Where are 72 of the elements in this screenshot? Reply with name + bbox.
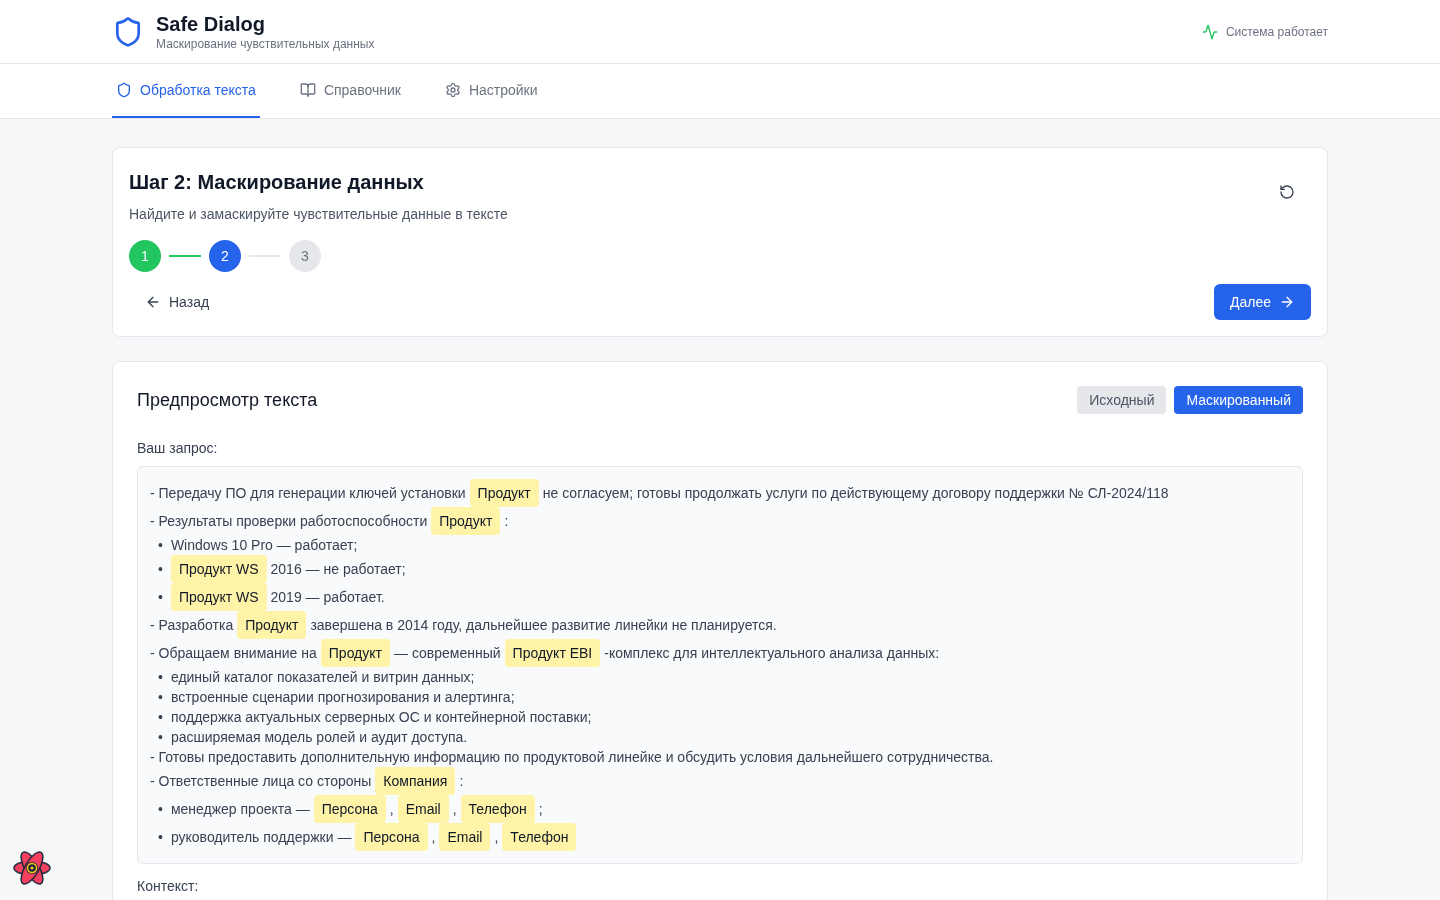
app-subtitle: Маскирование чувствительных данных — [156, 35, 375, 52]
shield-icon — [116, 82, 132, 98]
bullet-mark: • — [158, 668, 163, 687]
view-toggle[interactable]: Исходный — [1077, 386, 1167, 414]
text-fragment: , — [452, 800, 457, 819]
masked-tag: Персона — [313, 795, 386, 823]
back-button[interactable]: Назад — [129, 284, 226, 320]
preview-title: Предпросмотр текста — [137, 389, 318, 412]
text-fragment: завершена в 2014 году, дальнейшее развитие линейки не планируется. — [310, 616, 777, 635]
atom-icon — [12, 848, 52, 888]
text-fragment: : — [504, 512, 509, 531]
text-fragment: — современный — [394, 644, 501, 663]
masked-tag: Продукт WS — [170, 583, 267, 611]
text-fragment: не согласуем; готовы продолжать услуги по действующему договору поддержки № СЛ-2024/118 — [542, 484, 1169, 503]
masked-tag: Компания — [375, 767, 456, 795]
masked-tag: Персона — [355, 823, 428, 851]
status-text: Система работает — [1225, 23, 1328, 40]
masked-tag: Продукт — [431, 507, 501, 535]
masked-tag: Продукт EBI — [504, 639, 601, 667]
masked-tag: Продукт — [320, 639, 390, 667]
step-connector — [169, 255, 201, 257]
text-fragment: единый каталог показателей и витрин данных; — [170, 668, 475, 687]
text-fragment: Windows 10 Pro — работает; — [170, 536, 358, 555]
text-fragment: 2019 — работает. — [270, 588, 385, 607]
bullet-mark: • — [158, 800, 163, 819]
text-fragment: , — [389, 800, 394, 819]
masked-tag: Продукт WS — [170, 555, 267, 583]
text-fragment: : — [459, 772, 464, 791]
bullet-mark: • — [158, 536, 163, 555]
text-fragment: , — [431, 828, 436, 847]
text-fragment: расширяемая модель ролей и аудит доступа. — [170, 728, 468, 747]
step-description: Найдите и замаскируйте чувствительные данные в тексте — [129, 205, 508, 224]
masked-tag: Телефон — [460, 795, 535, 823]
nav-tab[interactable]: Настройки — [440, 64, 542, 118]
book-icon — [299, 82, 316, 98]
nav-tab[interactable]: Обработка текста — [112, 64, 260, 118]
app-title: Safe Dialog — [156, 11, 266, 36]
text-fragment: менеджер проекта — — [170, 800, 310, 819]
masked-tag: Email — [439, 823, 491, 851]
text-fragment: 2016 — не работает; — [270, 560, 406, 579]
bullet-mark: • — [158, 728, 163, 747]
masked-tag: Продукт — [469, 479, 539, 507]
text-fragment: - Готовы предоставить дополнительную информацию по продуктовой линейке и обсудить условия дальнейшего сотрудничества. — [150, 748, 994, 767]
reset-icon — [1279, 184, 1295, 200]
text-fragment: - Ответственные лица со стороны — [150, 772, 372, 791]
text-fragment: ; — [538, 800, 543, 819]
masked-tag: Продукт — [237, 611, 307, 639]
context-label: Контекст: — [137, 877, 200, 896]
pulse-icon — [1201, 23, 1218, 40]
text-fragment: - Обращаем внимание на — [150, 644, 317, 663]
text-fragment: - Результаты проверки работоспособности — [150, 512, 428, 531]
text-fragment: , — [494, 828, 499, 847]
text-fragment: - Передачу ПО для генерации ключей установки — [150, 484, 466, 503]
text-fragment: руководитель поддержки — — [170, 828, 352, 847]
view-toggle[interactable]: Маскированный — [1174, 386, 1303, 414]
query-label: Ваш запрос: — [137, 439, 219, 458]
step-title: Шаг 2: Маскирование данных — [129, 170, 425, 195]
settings-icon — [444, 82, 461, 98]
bullet-mark: • — [158, 708, 163, 727]
text-fragment: поддержка актуальных серверных ОС и контейнерной поставки; — [170, 708, 592, 727]
text-fragment: встроенные сценарии прогнозирования и алертинга; — [170, 688, 515, 707]
bullet-mark: • — [158, 688, 163, 707]
arrow-right-icon — [1279, 294, 1295, 310]
bullet-mark: • — [158, 560, 163, 579]
bullet-mark: • — [158, 588, 163, 607]
nav-tab[interactable]: Справочник — [295, 64, 405, 118]
masked-tag: Email — [397, 795, 449, 823]
masked-tag: Телефон — [502, 823, 577, 851]
bullet-mark: • — [158, 828, 163, 847]
next-button[interactable]: Далее — [1214, 284, 1311, 320]
text-fragment: - Разработка — [150, 616, 234, 635]
text-fragment: -комплекс для интеллектуального анализа данных: — [604, 644, 940, 663]
